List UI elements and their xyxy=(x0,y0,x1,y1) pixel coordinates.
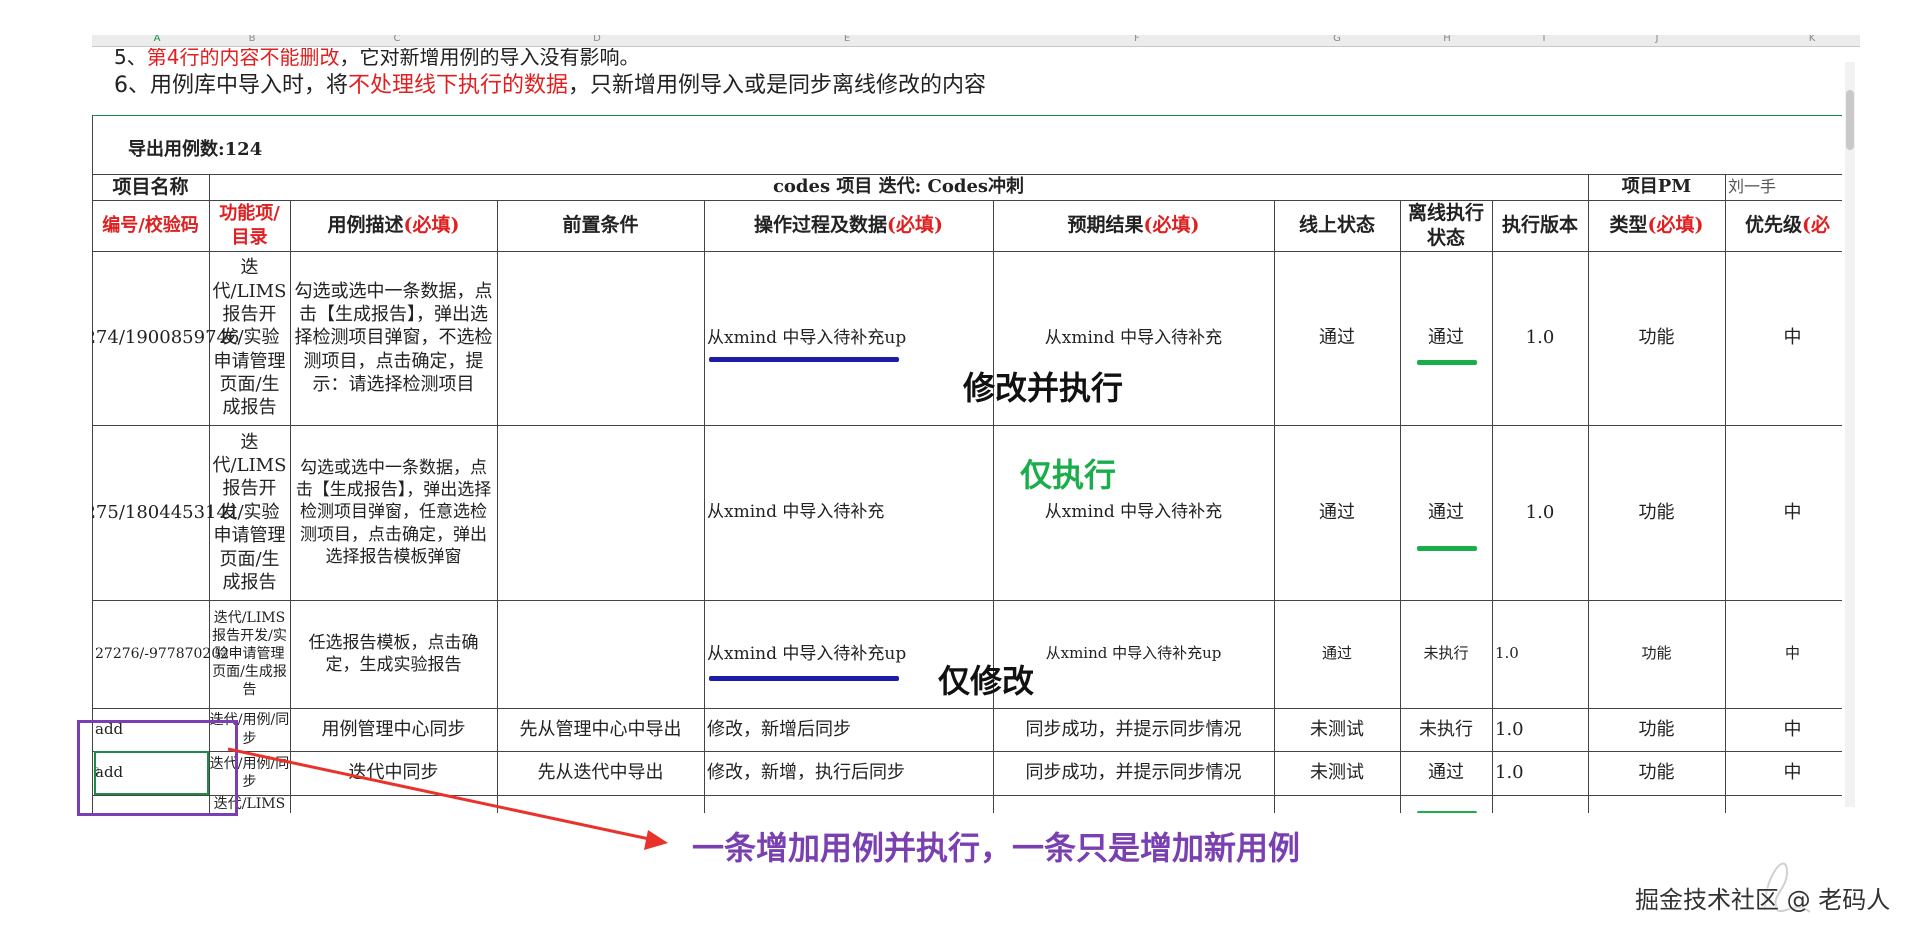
arrow-head xyxy=(644,830,668,850)
watermark: 掘金技术社区 @ 老码人 xyxy=(1635,886,1891,914)
annotation-arrow xyxy=(227,747,668,850)
arrow-line xyxy=(227,747,655,842)
annotation-bottom-note: 一条增加用例并执行，一条只是增加新用例 xyxy=(692,829,1301,867)
